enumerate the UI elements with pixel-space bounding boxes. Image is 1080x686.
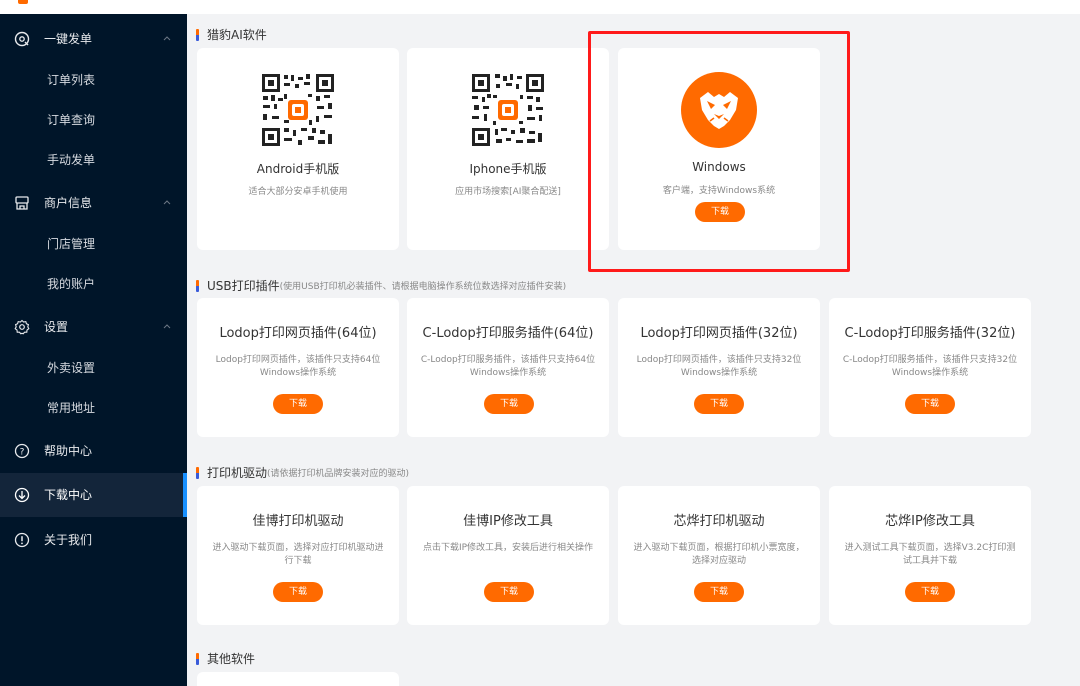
section-title-ai-software: 猎豹AI软件 xyxy=(196,26,267,43)
compass-icon xyxy=(14,31,30,47)
card-name: 芯烨打印机驱动 xyxy=(673,514,765,529)
card-desc: 进入驱动下载页面，根据打印机小票宽度，选择对应驱动 xyxy=(633,543,805,566)
sidebar-group-label: 商户信息 xyxy=(44,196,93,210)
card-name: Lodop打印网页插件(64位) xyxy=(219,326,377,341)
card-name: Lodop打印网页插件(32位) xyxy=(640,326,798,341)
sidebar-group-settings[interactable]: 设置 xyxy=(0,307,187,347)
download-button[interactable]: 下载 xyxy=(484,394,534,414)
card-other-software xyxy=(197,672,399,686)
card-printer-driver: 佳博IP修改工具 点击下载IP修改工具，安装后进行相关操作 下载 xyxy=(407,486,609,625)
download-button[interactable]: 下载 xyxy=(273,394,323,414)
section-marker xyxy=(196,652,199,665)
card-name: C-Lodop打印服务插件(64位) xyxy=(422,326,594,341)
download-button[interactable]: 下载 xyxy=(484,582,534,602)
sidebar-item-order-list[interactable]: 订单列表 xyxy=(0,60,187,100)
card-desc: 应用市场搜索[AI聚合配送] xyxy=(455,187,561,197)
card-desc: 适合大部分安卓手机使用 xyxy=(248,187,348,197)
question-circle-icon: ? xyxy=(14,443,30,459)
card-desc: C-Lodop打印服务插件，该插件只支持32位Windows操作系统 xyxy=(842,355,1018,378)
svg-text:?: ? xyxy=(20,448,25,458)
sidebar-item-my-account[interactable]: 我的账户 xyxy=(0,264,187,304)
sidebar-item-takeaway-settings[interactable]: 外卖设置 xyxy=(0,348,187,388)
card-usb-plugin: C-Lodop打印服务插件(64位) C-Lodop打印服务插件，该插件只支持6… xyxy=(407,298,609,437)
card-name: Android手机版 xyxy=(256,162,340,176)
card-iphone: Iphone手机版 应用市场搜索[AI聚合配送] xyxy=(407,48,609,250)
card-name: 芯烨IP修改工具 xyxy=(885,514,975,529)
section-marker xyxy=(196,28,199,41)
info-circle-icon xyxy=(14,532,30,548)
card-name: 佳博打印机驱动 xyxy=(252,514,344,529)
download-button[interactable]: 下载 xyxy=(694,582,744,602)
active-indicator xyxy=(183,473,187,517)
sidebar-group-dispatch[interactable]: 一键发单 xyxy=(0,19,187,59)
card-usb-plugin: C-Lodop打印服务插件(32位) C-Lodop打印服务插件，该插件只支持3… xyxy=(829,298,1031,437)
chevron-up-icon xyxy=(163,36,171,41)
highlight-box xyxy=(588,31,850,272)
download-circle-icon xyxy=(14,487,30,503)
card-desc: Lodop打印网页插件，该插件只支持32位Windows操作系统 xyxy=(636,355,802,378)
download-button[interactable]: 下载 xyxy=(694,394,744,414)
sidebar-item-download-center[interactable]: 下载中心 xyxy=(0,473,187,517)
card-desc: 点击下载IP修改工具，安装后进行相关操作 xyxy=(422,543,594,553)
sidebar-item-store-management[interactable]: 门店管理 xyxy=(0,224,187,264)
download-button[interactable]: 下载 xyxy=(905,394,955,414)
sidebar-group-merchant[interactable]: 商户信息 xyxy=(0,183,187,223)
logo-icon xyxy=(18,0,28,4)
shop-icon xyxy=(15,196,29,210)
card-printer-driver: 佳博打印机驱动 进入驱动下载页面，选择对应打印机驱动进行下载 下载 xyxy=(197,486,399,625)
top-header xyxy=(0,0,1080,14)
card-desc: 进入测试工具下载页面，选择V3.2C打印测试工具并下载 xyxy=(844,543,1016,566)
chevron-up-icon xyxy=(163,200,171,205)
card-desc: C-Lodop打印服务插件，该插件只支持64位Windows操作系统 xyxy=(420,355,596,378)
card-name: 佳博IP修改工具 xyxy=(463,514,553,529)
card-usb-plugin: Lodop打印网页插件(32位) Lodop打印网页插件，该插件只支持32位Wi… xyxy=(618,298,820,437)
sidebar-group-label: 设置 xyxy=(44,320,69,334)
card-printer-driver: 芯烨IP修改工具 进入测试工具下载页面，选择V3.2C打印测试工具并下载 下载 xyxy=(829,486,1031,625)
card-desc: 进入驱动下载页面，选择对应打印机驱动进行下载 xyxy=(212,543,384,566)
sidebar: 一键发单 订单列表 订单查询 手动发单 商户信息 门店管理 我的账户 设置 外卖… xyxy=(0,14,187,686)
download-button[interactable]: 下载 xyxy=(905,582,955,602)
card-name: C-Lodop打印服务插件(32位) xyxy=(844,326,1016,341)
sidebar-item-manual-dispatch[interactable]: 手动发单 xyxy=(0,140,187,180)
section-marker xyxy=(196,466,199,479)
gear-icon xyxy=(14,319,30,335)
card-android: Android手机版 适合大部分安卓手机使用 xyxy=(197,48,399,250)
qr-code-icon xyxy=(260,72,336,148)
qr-code-icon xyxy=(470,72,546,148)
sidebar-group-label: 一键发单 xyxy=(44,32,93,46)
card-name: Iphone手机版 xyxy=(469,162,547,176)
section-marker xyxy=(196,279,199,292)
card-usb-plugin: Lodop打印网页插件(64位) Lodop打印网页插件，该插件只支持64位Wi… xyxy=(197,298,399,437)
card-desc: Lodop打印网页插件，该插件只支持64位Windows操作系统 xyxy=(215,355,381,378)
section-title-usb-plugins: USB打印插件 (使用USB打印机必装插件、请根据电脑操作系统位数选择对应插件安… xyxy=(196,277,566,294)
sidebar-item-order-query[interactable]: 订单查询 xyxy=(0,100,187,140)
card-printer-driver: 芯烨打印机驱动 进入驱动下载页面，根据打印机小票宽度，选择对应驱动 下载 xyxy=(618,486,820,625)
sidebar-item-about-us[interactable]: 关于我们 xyxy=(0,520,187,560)
section-title-other-software: 其他软件 xyxy=(196,650,255,667)
chevron-up-icon xyxy=(163,324,171,329)
section-title-printer-drivers: 打印机驱动 (请依据打印机品牌安装对应的驱动) xyxy=(196,464,409,481)
sidebar-item-help-center[interactable]: ? 帮助中心 xyxy=(0,431,187,471)
download-button[interactable]: 下载 xyxy=(273,582,323,602)
sidebar-item-common-address[interactable]: 常用地址 xyxy=(0,388,187,428)
